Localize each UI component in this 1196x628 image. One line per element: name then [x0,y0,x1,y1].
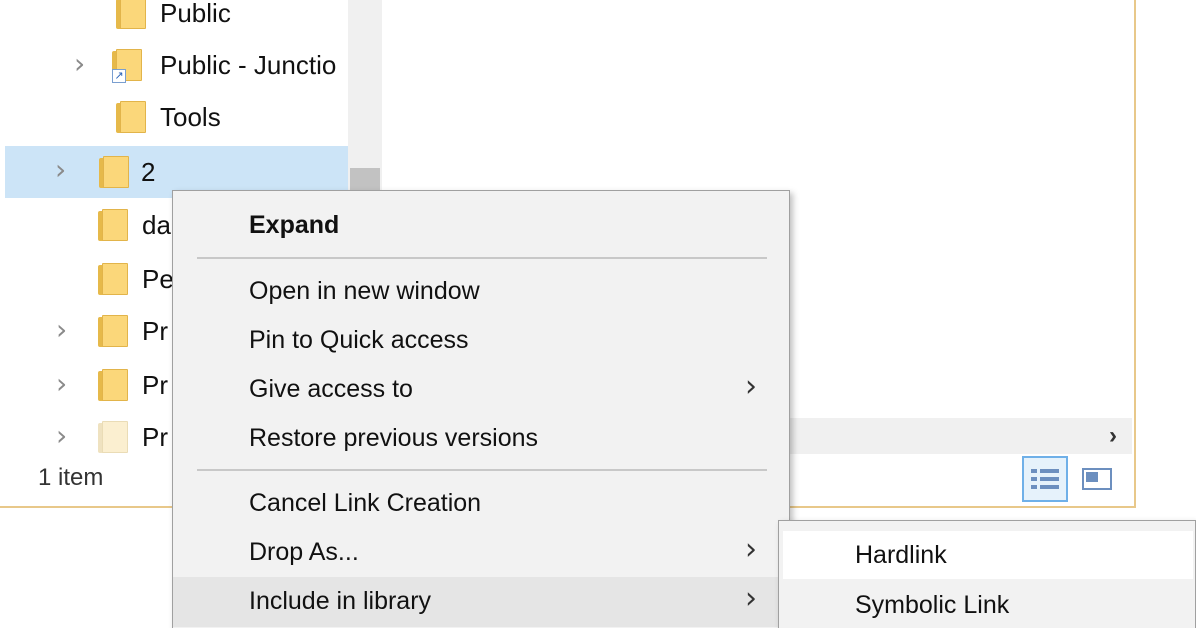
menu-item-cancel-link[interactable]: Cancel Link Creation [173,479,789,529]
menu-item-restore-versions[interactable]: Restore previous versions [173,414,789,464]
tree-item-public-junction[interactable]: › ↗ Public - Junctio [0,40,348,90]
menu-item-give-access[interactable]: Give access to › [173,365,789,415]
submenu-arrow-icon: › [745,581,757,616]
tree-item-label: Public - Junctio [160,50,337,80]
status-item-count: 1 item [38,464,104,491]
menu-item-label: Pin to Quick access [249,326,469,354]
scroll-right-icon[interactable]: › [1098,418,1128,454]
tree-item-label: Pe [142,264,174,294]
submenu-item-label: Hardlink [855,541,947,569]
menu-item-drop-as[interactable]: Drop As... › [173,528,789,578]
tree-item-label: Pr [142,316,168,346]
menu-item-label: Cancel Link Creation [249,489,482,517]
large-icons-view-button[interactable] [1074,456,1120,502]
chevron-right-icon[interactable]: › [56,422,67,450]
menu-item-label: Drop As... [249,538,359,566]
folder-shortcut-icon: ↗ [112,49,142,83]
menu-item-label: Expand [249,211,340,239]
menu-separator [197,257,767,259]
menu-item-label: Give access to [249,375,413,403]
folder-icon [98,315,128,347]
tree-item-label: Pr [142,370,168,400]
tree-item-label: da [142,210,171,240]
submenu-item-label: Symbolic Link [855,591,1010,619]
submenu-item-hardlink[interactable]: Hardlink [783,531,1193,579]
drop-as-submenu: Hardlink Symbolic Link [778,520,1196,628]
tree-item-label: Tools [160,102,221,132]
context-menu: Expand Open in new window Pin to Quick a… [172,190,790,628]
large-icons-view-icon [1082,468,1112,490]
folder-icon [98,369,128,401]
menu-item-label: Restore previous versions [249,424,539,452]
submenu-arrow-icon: › [745,532,757,567]
menu-item-expand[interactable]: Expand [173,201,789,251]
tree-item-public[interactable]: Public [0,0,348,38]
chevron-right-icon[interactable]: › [56,316,67,344]
menu-item-open-new-window[interactable]: Open in new window [173,267,789,317]
submenu-arrow-icon: › [745,369,757,404]
folder-icon [98,421,128,453]
tree-item-label: Pr [142,422,168,452]
submenu-item-symbolic-link[interactable]: Symbolic Link [783,581,1193,628]
tree-item-label: Public [160,0,231,28]
chevron-right-icon[interactable]: › [56,370,67,398]
tree-item-tools[interactable]: Tools [0,92,348,142]
folder-icon [116,0,146,29]
folder-icon [116,101,146,133]
details-view-icon [1031,467,1059,491]
menu-item-include-library[interactable]: Include in library › [173,577,789,627]
nav-scrollbar-thumb[interactable] [350,168,380,192]
tree-item-label: 2 [141,157,156,187]
folder-icon [98,263,128,295]
folder-icon [99,156,129,188]
menu-item-label: Open in new window [249,277,480,305]
chevron-right-icon[interactable]: › [55,156,66,184]
menu-item-pin-quick-access[interactable]: Pin to Quick access [173,316,789,366]
details-view-button[interactable] [1022,456,1068,502]
folder-icon [98,209,128,241]
chevron-right-icon[interactable]: › [74,50,85,78]
menu-separator [197,469,767,471]
menu-item-label: Include in library [249,587,432,615]
